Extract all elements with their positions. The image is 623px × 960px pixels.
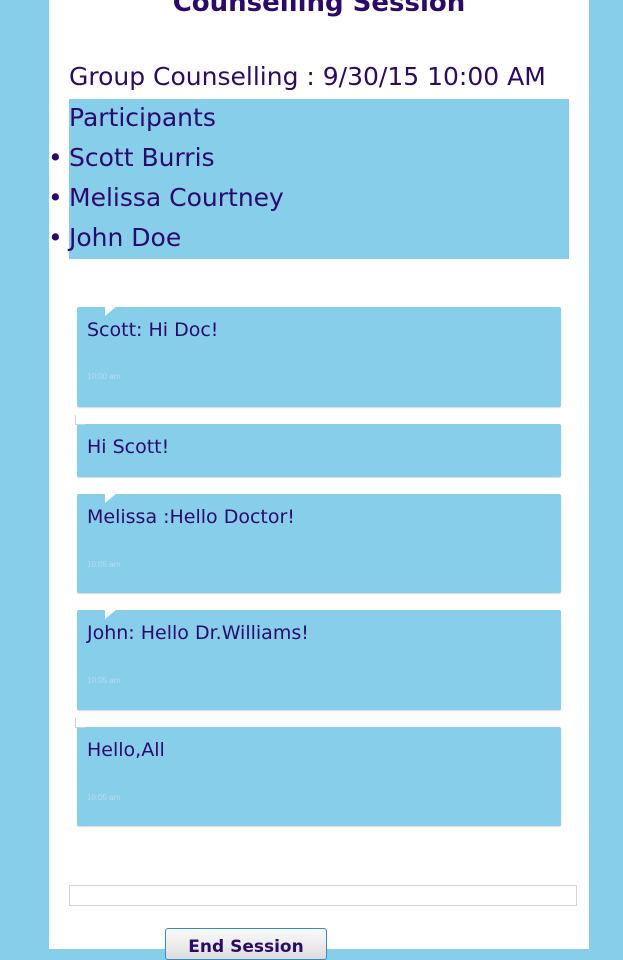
message-text: Scott: Hi Doc! <box>87 319 219 341</box>
message-time: 10:05 am <box>87 676 121 685</box>
message-input[interactable] <box>69 885 577 906</box>
message-time: 10:05 am <box>87 793 121 802</box>
page-title: Counselling Session <box>172 0 466 18</box>
session-panel: Counselling Session Group Counselling : … <box>48 0 589 960</box>
bubble-tail <box>105 493 117 503</box>
message-text: Melissa :Hello Doctor! <box>87 506 295 528</box>
message-text: John: Hello Dr.Williams! <box>87 622 309 644</box>
session-info: Group Counselling : 9/30/15 10:00 AM <box>69 62 546 91</box>
bubble-tail <box>105 306 117 316</box>
message-text: Hello,All <box>87 739 165 761</box>
bullet-icon: • <box>48 183 63 212</box>
participants-heading: Participants <box>69 103 216 132</box>
bullet-icon: • <box>48 143 63 172</box>
chat-message: Scott: Hi Doc! 10:00 am <box>77 306 561 407</box>
message-time: 10:05 am <box>87 560 121 569</box>
participant-name: Scott Burris <box>69 143 215 172</box>
message-time: 10:00 am <box>87 372 121 381</box>
participant-item: • John Doe <box>48 223 182 252</box>
chat-message: Melissa :Hello Doctor! 10:05 am <box>77 493 561 593</box>
bullet-icon: • <box>48 223 63 252</box>
participant-name: Melissa Courtney <box>69 183 284 212</box>
chat-message: Hi Scott! <box>75 415 561 477</box>
participants-panel: Participants • Scott Burris • Melissa Co… <box>48 99 569 259</box>
participant-item: • Melissa Courtney <box>48 183 284 212</box>
bubble-tail <box>75 415 85 425</box>
participant-item: • Scott Burris <box>48 143 215 172</box>
message-text: Hi Scott! <box>87 436 170 458</box>
participant-name: John Doe <box>69 223 182 252</box>
end-session-button[interactable]: End Session <box>165 928 327 960</box>
chat-message: John: Hello Dr.Williams! 10:05 am <box>77 609 561 710</box>
bubble-tail <box>105 609 117 619</box>
bubble-tail <box>75 718 85 728</box>
chat-message: Hello,All 10:05 am <box>75 718 561 826</box>
